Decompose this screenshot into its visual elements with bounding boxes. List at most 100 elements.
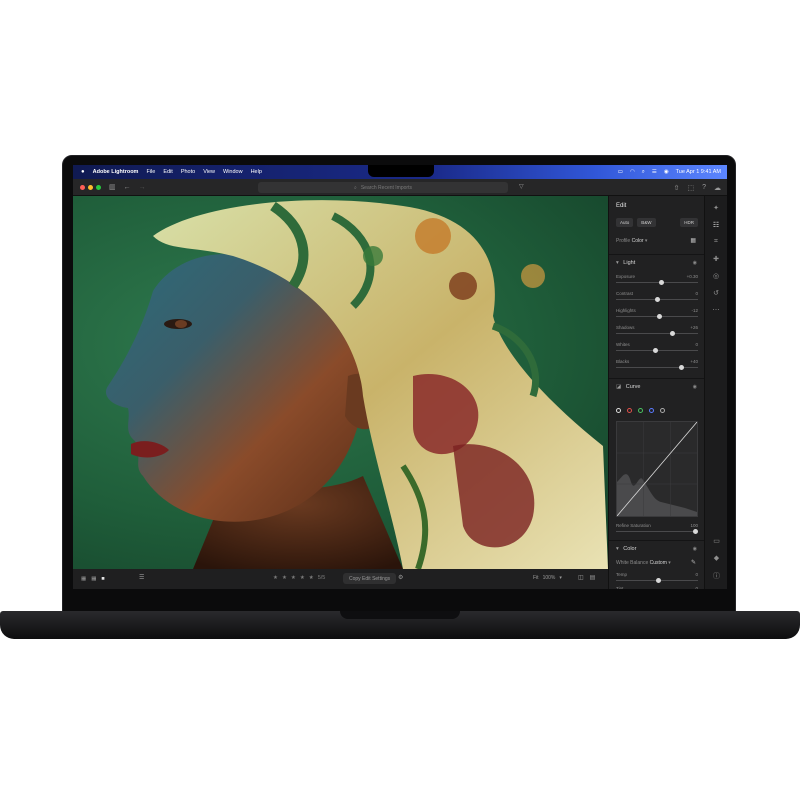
star-icon[interactable]: ★: [291, 575, 296, 581]
slider-knob[interactable]: [654, 297, 660, 302]
menu-view[interactable]: View: [203, 169, 215, 175]
info-icon[interactable]: ⓘ: [713, 571, 720, 581]
slider-knob[interactable]: [652, 348, 658, 353]
forward-arrow-icon[interactable]: →: [139, 184, 146, 191]
menu-help[interactable]: Help: [251, 169, 262, 175]
color-section-header[interactable]: ▾ Color: [616, 546, 636, 552]
help-icon[interactable]: ?: [702, 184, 706, 191]
close-button[interactable]: [80, 184, 85, 190]
bw-button[interactable]: B&W: [637, 218, 656, 227]
slider-track[interactable]: [616, 282, 698, 283]
curve-section-title: Curve: [625, 384, 641, 390]
minimize-button[interactable]: [88, 184, 93, 190]
grid-large-icon[interactable]: ▦: [81, 576, 86, 582]
color-eye-icon[interactable]: ◉: [693, 546, 697, 552]
curve-channel-green[interactable]: [638, 408, 643, 413]
wifi-icon[interactable]: ◠: [630, 169, 635, 175]
refine-saturation-value[interactable]: 100: [690, 523, 698, 528]
comment-icon[interactable]: ▭: [713, 537, 720, 545]
refine-saturation-label: Refine Saturation: [616, 523, 651, 528]
slider-value[interactable]: 0: [695, 586, 698, 589]
eyedropper-icon[interactable]: ✎: [691, 559, 696, 566]
menu-file[interactable]: File: [146, 169, 155, 175]
zoom-button[interactable]: [96, 184, 101, 190]
history-icon[interactable]: ↺: [713, 289, 719, 297]
slider-value[interactable]: 0: [695, 342, 698, 347]
panel-toggle-icon[interactable]: ▤: [590, 574, 596, 581]
apple-icon[interactable]: ●: [81, 169, 85, 175]
healing-icon[interactable]: ✚: [713, 255, 719, 263]
slider-value[interactable]: +0.30: [687, 274, 698, 279]
menu-app-name[interactable]: Adobe Lightroom: [93, 169, 139, 175]
search-field[interactable]: ⌕ Search Recent Imports: [258, 182, 508, 193]
slider-knob[interactable]: [670, 331, 676, 336]
sidebar-toggle-icon[interactable]: ▥: [109, 183, 116, 191]
curve-section-header[interactable]: ◪ Curve: [616, 384, 640, 390]
share-icon[interactable]: ⬚: [687, 184, 694, 192]
light-eye-icon[interactable]: ◉: [693, 260, 697, 266]
gear-icon[interactable]: ⚙: [398, 574, 403, 581]
slider-value[interactable]: 0: [695, 291, 698, 296]
zoom-label[interactable]: 100%: [543, 575, 556, 581]
grid-small-icon[interactable]: ▦: [91, 576, 96, 582]
slider-value[interactable]: +26: [690, 325, 698, 330]
control-center-icon[interactable]: ☰: [652, 169, 657, 175]
star-icon[interactable]: ★: [273, 575, 278, 581]
curve-channel-red[interactable]: [627, 408, 632, 413]
auto-enhance-icon[interactable]: ✦: [713, 204, 719, 212]
auto-button[interactable]: Auto: [616, 218, 634, 227]
rating-stars[interactable]: ★ ★ ★ ★ ★ 5/5: [273, 575, 325, 581]
slider-label: Exposure: [616, 274, 636, 279]
curve-icon: ◪: [616, 384, 622, 390]
menu-edit[interactable]: Edit: [163, 169, 172, 175]
slider-track[interactable]: [616, 333, 698, 334]
copy-edit-settings-button[interactable]: Copy Edit Settings: [343, 573, 397, 584]
menubar-clock[interactable]: Tue Apr 1 9:41 AM: [676, 169, 721, 175]
white-balance-value[interactable]: Custom: [650, 560, 667, 566]
filter-icon[interactable]: ▽: [519, 183, 524, 190]
battery-icon[interactable]: ▭: [618, 169, 623, 175]
profile-value[interactable]: Color: [632, 238, 644, 244]
crop-icon[interactable]: ⌗: [714, 238, 718, 246]
profile-selector[interactable]: Profile Color ▾: [616, 238, 647, 244]
zoom-control[interactable]: Fit 100% ▾: [533, 575, 562, 581]
fit-label[interactable]: Fit: [533, 575, 539, 581]
more-icon[interactable]: ⋯: [713, 306, 720, 314]
curve-channel-blue[interactable]: [649, 408, 654, 413]
star-icon[interactable]: ★: [300, 575, 305, 581]
menu-window[interactable]: Window: [223, 169, 243, 175]
hdr-button[interactable]: HDR: [680, 218, 698, 227]
slider-track[interactable]: [616, 531, 698, 532]
slider-knob[interactable]: [656, 314, 662, 319]
curve-channel-luminance[interactable]: [660, 408, 665, 413]
star-icon[interactable]: ★: [282, 575, 287, 581]
slider-value[interactable]: +40: [690, 359, 698, 364]
masking-icon[interactable]: ◎: [713, 272, 719, 280]
slider-knob[interactable]: [693, 529, 698, 534]
photo-canvas[interactable]: [73, 196, 608, 569]
edit-sliders-icon[interactable]: ☷: [713, 221, 719, 229]
light-section-header[interactable]: ▾ Light: [616, 260, 635, 266]
upload-icon[interactable]: ⇧: [674, 184, 680, 192]
tone-curve-graph[interactable]: [616, 421, 698, 517]
slider-knob[interactable]: [656, 578, 662, 583]
curve-eye-icon[interactable]: ◉: [693, 384, 697, 390]
menu-photo[interactable]: Photo: [181, 169, 195, 175]
slider-value[interactable]: -12: [691, 308, 698, 313]
white-balance-selector[interactable]: White Balance Custom ▾: [616, 560, 671, 566]
profile-browser-icon[interactable]: ▦: [690, 237, 696, 244]
slider-value[interactable]: 0: [695, 572, 698, 577]
sort-icon[interactable]: ☰: [139, 574, 144, 581]
star-icon[interactable]: ★: [309, 575, 314, 581]
slider-knob[interactable]: [679, 365, 685, 370]
compare-icon[interactable]: ◫: [578, 574, 584, 581]
single-view-icon[interactable]: ■: [101, 576, 104, 582]
curve-channel-rgb[interactable]: [616, 408, 621, 413]
tag-icon[interactable]: ◆: [714, 554, 719, 562]
back-arrow-icon[interactable]: ←: [124, 184, 131, 191]
siri-icon[interactable]: ◉: [664, 169, 669, 175]
cloud-icon[interactable]: ☁: [714, 184, 721, 192]
spotlight-icon[interactable]: ⌕: [642, 169, 645, 176]
slider-track[interactable]: [616, 367, 698, 368]
slider-knob[interactable]: [658, 280, 664, 285]
